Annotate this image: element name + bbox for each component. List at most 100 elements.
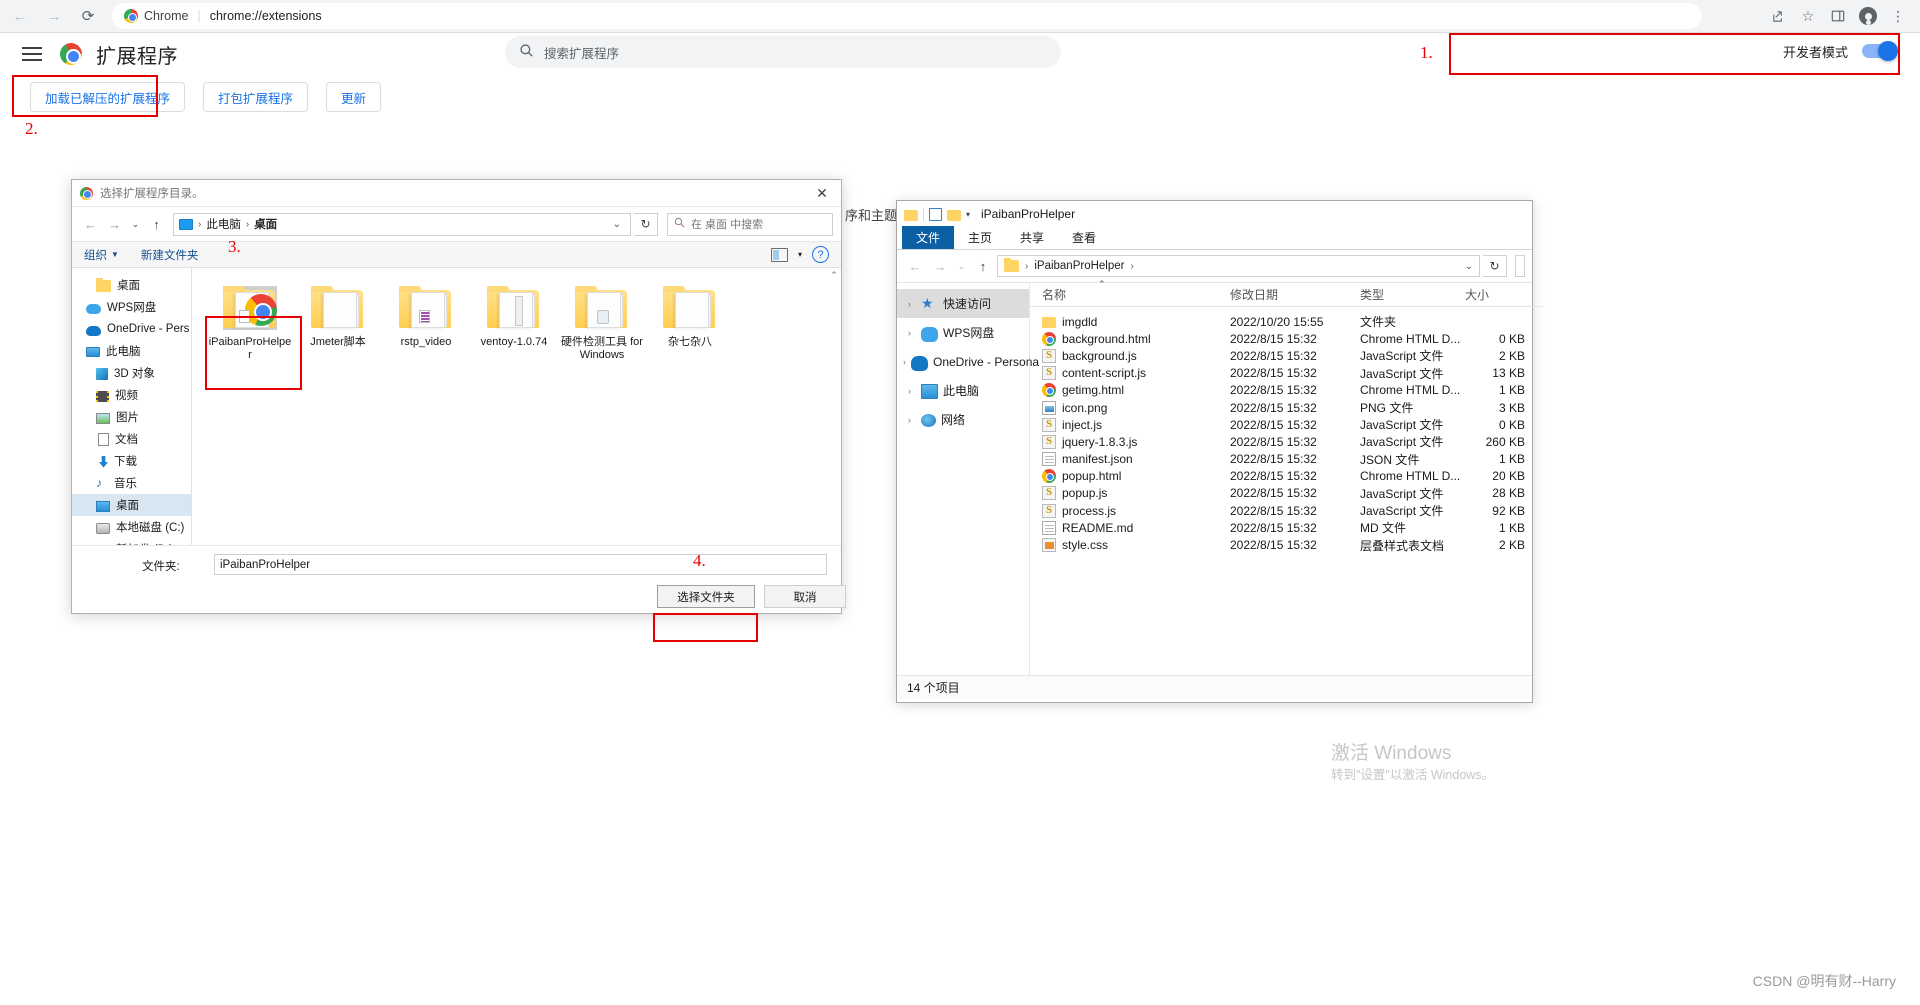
breadcrumb[interactable]: › 此电脑 › 桌面 ⌄ <box>173 212 631 236</box>
new-folder-button[interactable]: 新建文件夹 <box>141 247 199 263</box>
folder-item-misc[interactable]: 杂七杂八 <box>646 282 734 362</box>
recent-locations-icon[interactable]: ⌄ <box>954 255 969 277</box>
table-row[interactable]: README.md 2022/8/15 15:32 MD 文件 1 KB <box>1030 519 1543 536</box>
forward-icon[interactable]: → <box>929 255 951 277</box>
nav-item-this-pc[interactable]: 此电脑 <box>72 340 191 362</box>
nav-item-onedrive[interactable]: › OneDrive - Persona <box>897 347 1039 376</box>
nav-item-desktop[interactable]: 桌面 <box>72 494 191 516</box>
column-header-name[interactable]: 名称 <box>1030 286 1230 303</box>
profile-avatar[interactable] <box>1854 2 1882 30</box>
table-row[interactable]: imgdld 2022/10/20 15:55 文件夹 <box>1030 313 1543 330</box>
nav-item-3d-objects[interactable]: 3D 对象 <box>72 362 191 384</box>
up-icon[interactable]: ↑ <box>972 255 994 277</box>
folder-name-input[interactable]: iPaibanProHelper <box>214 554 827 575</box>
close-icon[interactable]: ✕ <box>803 180 841 207</box>
nav-item-volume-d[interactable]: 新加卷 (D:) <box>72 538 191 545</box>
nav-item-network[interactable]: › 网络 <box>897 405 1029 434</box>
folder-item-rstp-video[interactable]: rstp_video <box>382 282 470 362</box>
refresh-icon[interactable]: ↻ <box>1483 255 1507 277</box>
browser-menu-icon[interactable]: ⋮ <box>1884 2 1912 30</box>
table-row[interactable]: icon.png 2022/8/15 15:32 PNG 文件 3 KB <box>1030 399 1543 416</box>
table-row[interactable]: style.css 2022/8/15 15:32 层叠样式表文档 2 KB <box>1030 536 1543 553</box>
breadcrumb-item-1[interactable]: 桌面 <box>254 216 277 232</box>
chevron-down-icon[interactable]: ▾ <box>798 250 802 259</box>
nav-item-videos[interactable]: 视频 <box>72 384 191 406</box>
chevron-right-icon[interactable]: › <box>903 328 916 338</box>
chevron-right-icon[interactable]: › <box>903 415 916 425</box>
folder-item-jmeter[interactable]: Jmeter脚本 <box>294 282 382 362</box>
search-input[interactable]: 搜索扩展程序 <box>505 36 1061 68</box>
chevron-down-icon[interactable]: ⌄ <box>1465 261 1473 272</box>
update-button[interactable]: 更新 <box>326 82 382 112</box>
hamburger-icon[interactable] <box>22 47 42 61</box>
reload-icon[interactable]: ⟳ <box>74 2 102 30</box>
nav-item-local-disk-c[interactable]: 本地磁盘 (C:) <box>72 516 191 538</box>
recent-locations-icon[interactable]: ⌄ <box>128 213 143 235</box>
organize-menu[interactable]: 组织 ▼ <box>84 247 119 263</box>
forward-icon[interactable]: → <box>40 2 68 30</box>
refresh-icon[interactable]: ↻ <box>634 212 658 236</box>
chevron-down-icon[interactable]: ▾ <box>966 210 970 219</box>
dialog-file-grid[interactable]: ⌃ iPaibanProHelper Jmeter脚本 rstp_video v… <box>192 268 841 545</box>
table-row[interactable]: background.html 2022/8/15 15:32 Chrome H… <box>1030 330 1543 347</box>
nav-item-onedrive[interactable]: OneDrive - Pers <box>72 318 191 340</box>
nav-item-wps[interactable]: › WPS网盘 <box>897 318 1029 347</box>
bookmark-star-icon[interactable]: ☆ <box>1794 2 1822 30</box>
scroll-up-icon[interactable]: ⌃ <box>827 268 841 282</box>
cancel-button[interactable]: 取消 <box>764 585 846 608</box>
nav-item-documents[interactable]: 文档 <box>72 428 191 450</box>
share-icon[interactable] <box>1764 2 1792 30</box>
nav-item-desktop-fav[interactable]: 桌面 <box>72 274 191 296</box>
nav-item-quick-access[interactable]: › ★ 快速访问 <box>897 289 1029 318</box>
table-row[interactable]: manifest.json 2022/8/15 15:32 JSON 文件 1 … <box>1030 451 1543 468</box>
chevron-right-icon[interactable]: › <box>903 386 916 396</box>
table-row[interactable]: getimg.html 2022/8/15 15:32 Chrome HTML … <box>1030 382 1543 399</box>
address-bar[interactable]: Chrome | chrome://extensions <box>112 3 1702 29</box>
chevron-down-icon[interactable]: ⌄ <box>609 219 625 230</box>
back-icon[interactable]: ← <box>80 213 101 235</box>
view-layout-icon[interactable] <box>770 247 788 262</box>
developer-mode-toggle[interactable] <box>1862 41 1898 61</box>
back-icon[interactable]: ← <box>904 255 926 277</box>
chevron-right-icon[interactable]: › <box>903 299 916 309</box>
breadcrumb-item-0[interactable]: 此电脑 <box>206 216 241 232</box>
table-row[interactable]: inject.js 2022/8/15 15:32 JavaScript 文件 … <box>1030 416 1543 433</box>
table-row[interactable]: popup.js 2022/8/15 15:32 JavaScript 文件 2… <box>1030 485 1543 502</box>
table-row[interactable]: process.js 2022/8/15 15:32 JavaScript 文件… <box>1030 502 1543 519</box>
nav-item-wps[interactable]: WPS网盘 <box>72 296 191 318</box>
column-header-type[interactable]: 类型 <box>1360 286 1465 303</box>
select-folder-button[interactable]: 选择文件夹 <box>657 585 755 608</box>
tab-share[interactable]: 共享 <box>1006 226 1058 249</box>
up-icon[interactable]: ↑ <box>146 213 167 235</box>
chevron-right-icon[interactable]: › <box>903 357 906 367</box>
forward-icon[interactable]: → <box>104 213 125 235</box>
back-icon[interactable]: ← <box>6 2 34 30</box>
side-panel-icon[interactable] <box>1824 2 1852 30</box>
folder-icon[interactable] <box>947 209 961 221</box>
table-row[interactable]: jquery-1.8.3.js 2022/8/15 15:32 JavaScri… <box>1030 433 1543 450</box>
tab-view[interactable]: 查看 <box>1058 226 1110 249</box>
folder-item-hardware-tools[interactable]: 硬件检测工具 for Windows <box>558 282 646 362</box>
pack-extension-button[interactable]: 打包扩展程序 <box>203 82 309 112</box>
column-header-size[interactable]: 大小 <box>1465 286 1525 303</box>
breadcrumb-item[interactable]: iPaibanProHelper <box>1034 260 1124 272</box>
folder-item-ipaibanprohelper[interactable]: iPaibanProHelper <box>206 282 294 362</box>
tab-file[interactable]: 文件 <box>902 226 955 249</box>
table-row[interactable]: background.js 2022/8/15 15:32 JavaScript… <box>1030 347 1543 364</box>
load-unpacked-button[interactable]: 加载已解压的扩展程序 <box>30 82 186 112</box>
explorer-search-input[interactable] <box>1515 255 1525 277</box>
save-icon[interactable] <box>929 207 942 221</box>
table-row[interactable]: popup.html 2022/8/15 15:32 Chrome HTML D… <box>1030 468 1543 485</box>
nav-item-label: 音乐 <box>114 478 137 490</box>
nav-item-this-pc[interactable]: › 此电脑 <box>897 376 1029 405</box>
table-row[interactable]: content-script.js 2022/8/15 15:32 JavaSc… <box>1030 365 1543 382</box>
tab-home[interactable]: 主页 <box>954 226 1006 249</box>
folder-item-ventoy[interactable]: ventoy-1.0.74 <box>470 282 558 362</box>
nav-item-downloads[interactable]: 下载 <box>72 450 191 472</box>
dialog-search-input[interactable]: 在 桌面 中搜索 <box>667 212 833 236</box>
column-header-date[interactable]: 修改日期 <box>1230 286 1360 303</box>
help-icon[interactable]: ? <box>812 246 829 263</box>
explorer-breadcrumb[interactable]: › iPaibanProHelper › ⌄ <box>997 255 1480 277</box>
nav-item-music[interactable]: ♪ 音乐 <box>72 472 191 494</box>
nav-item-pictures[interactable]: 图片 <box>72 406 191 428</box>
